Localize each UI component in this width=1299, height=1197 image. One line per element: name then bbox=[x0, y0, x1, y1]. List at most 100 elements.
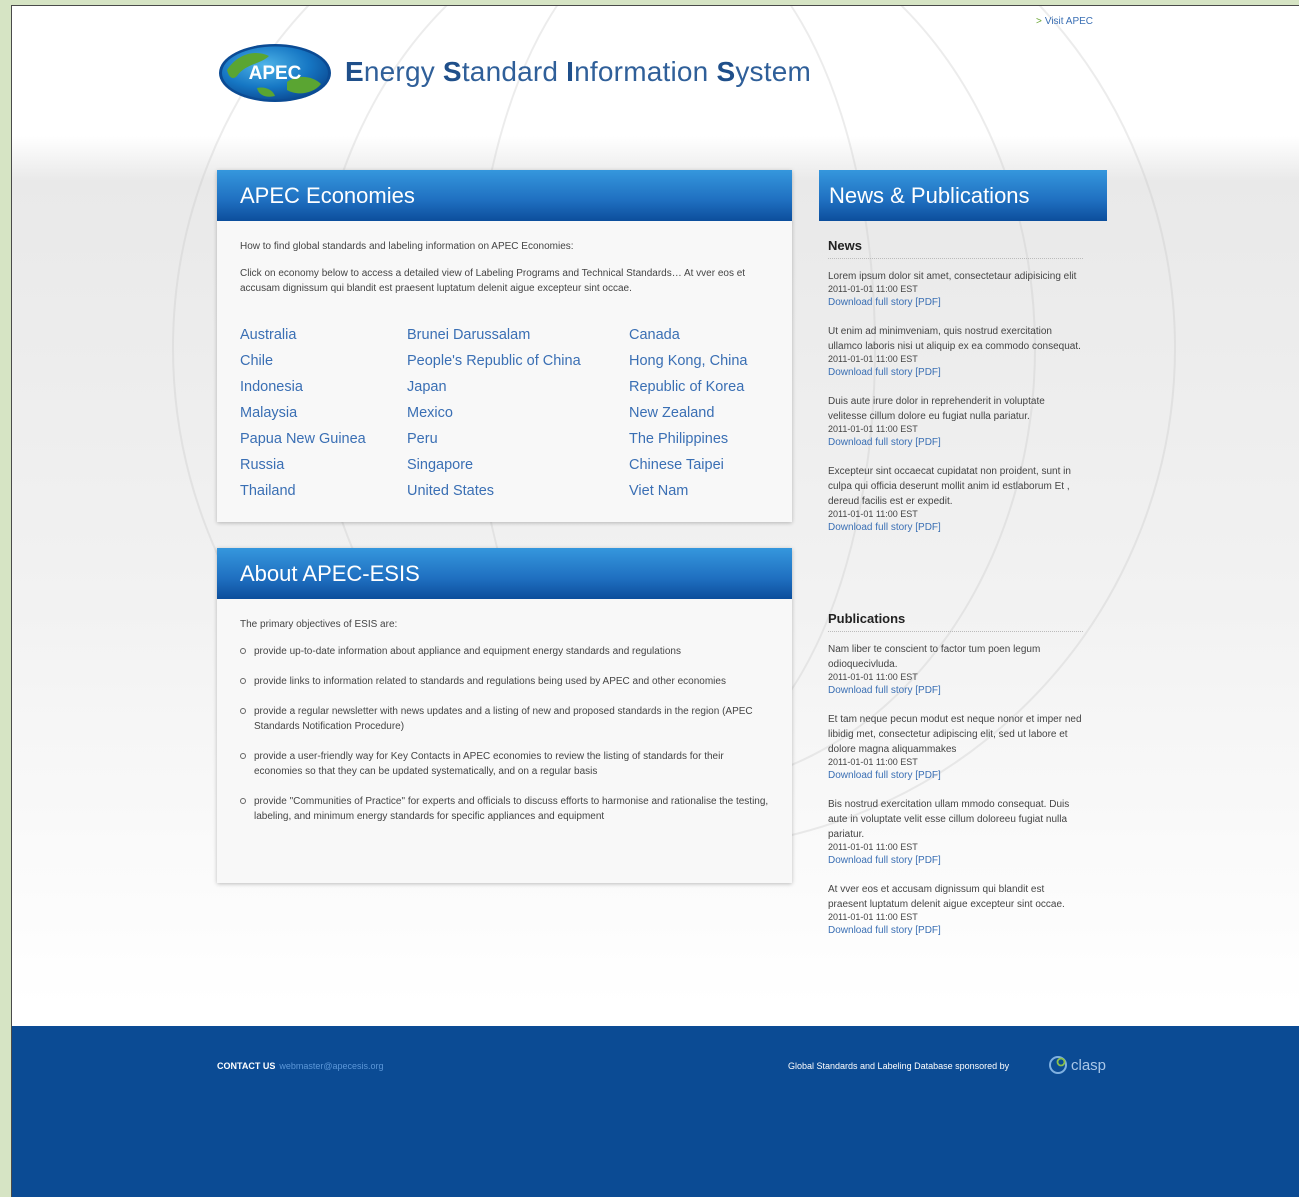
economies-instructions: Click on economy below to access a detai… bbox=[240, 268, 746, 294]
publication-item: At vver eos et accusam dignissum qui bla… bbox=[828, 882, 1083, 938]
site-header: > Visit APEC APEC Energy Standard Informa… bbox=[12, 6, 1299, 136]
page-frame: > Visit APEC APEC Energy Standard Informa… bbox=[11, 5, 1299, 1197]
publication-item: Et tam neque pecun modut est neque nonor… bbox=[828, 712, 1083, 783]
publication-text: At vver eos et accusam dignissum qui bla… bbox=[828, 884, 1065, 910]
download-link[interactable]: Download full story [PDF] bbox=[828, 683, 1083, 698]
economies-panel: APEC Economies How to find global standa… bbox=[217, 170, 792, 522]
publication-item: Bis nostrud exercitation ullam mmodo con… bbox=[828, 797, 1083, 868]
title-rest-ystem: ystem bbox=[735, 56, 812, 87]
title-cap-e: E bbox=[345, 56, 364, 87]
title-cap-i: I bbox=[566, 56, 575, 87]
news-panel-title: News & Publications bbox=[819, 170, 1107, 221]
download-link[interactable]: Download full story [PDF] bbox=[828, 365, 1083, 380]
download-link[interactable]: Download full story [PDF] bbox=[828, 853, 1083, 868]
title-cap-s: S bbox=[442, 56, 462, 87]
economy-link[interactable]: Peru bbox=[407, 431, 438, 447]
download-link[interactable]: Download full story [PDF] bbox=[828, 295, 1083, 310]
economy-link[interactable]: Russia bbox=[240, 457, 284, 473]
economies-panel-title: APEC Economies bbox=[217, 170, 792, 221]
bullet-icon bbox=[240, 753, 246, 759]
publications-heading: Publications bbox=[828, 611, 1083, 632]
title-rest-nformation: nformation bbox=[574, 56, 717, 87]
download-link[interactable]: Download full story [PDF] bbox=[828, 923, 1083, 938]
publication-date: 2011-01-01 11:00 EST bbox=[828, 912, 918, 922]
economy-link[interactable]: Hong Kong, China bbox=[629, 353, 748, 369]
visit-apec-link[interactable]: > Visit APEC bbox=[1036, 16, 1093, 27]
publication-text: Nam liber te conscient to factor tum poe… bbox=[828, 644, 1041, 670]
bullet-icon bbox=[240, 798, 246, 804]
economy-link[interactable]: Republic of Korea bbox=[629, 379, 744, 395]
economy-link[interactable]: The Philippines bbox=[629, 431, 728, 447]
economy-link[interactable]: United States bbox=[407, 483, 494, 499]
title-cap-s2: S bbox=[716, 56, 736, 87]
objective-item: provide a user-friendly way for Key Cont… bbox=[240, 749, 772, 779]
objective-text: provide a user-friendly way for Key Cont… bbox=[254, 751, 724, 777]
bullet-icon bbox=[240, 648, 246, 654]
download-link[interactable]: Download full story [PDF] bbox=[828, 768, 1083, 783]
news-date: 2011-01-01 11:00 EST bbox=[828, 424, 918, 434]
contact-email-link[interactable]: webmaster@apecesis.org bbox=[279, 1061, 383, 1071]
objective-item: provide a regular newsletter with news u… bbox=[240, 704, 772, 734]
apec-logo-text: APEC bbox=[249, 63, 302, 84]
news-text: Lorem ipsum dolor sit amet, consectetaur… bbox=[828, 271, 1077, 282]
publications-section: Publications Nam liber te conscient to f… bbox=[828, 611, 1083, 938]
news-item: Duis aute irure dolor in reprehenderit i… bbox=[828, 394, 1083, 450]
news-item: Lorem ipsum dolor sit amet, consectetaur… bbox=[828, 269, 1083, 310]
clasp-swirl-icon bbox=[1049, 1056, 1067, 1074]
title-rest-nergy: nergy bbox=[363, 56, 443, 87]
title-rest-tandard: tandard bbox=[461, 56, 567, 87]
publication-text: Et tam neque pecun modut est neque nonor… bbox=[828, 714, 1082, 755]
about-panel-title: About APEC-ESIS bbox=[217, 548, 792, 599]
contact-label: CONTACT US bbox=[217, 1061, 276, 1071]
economy-link[interactable]: Canada bbox=[629, 327, 680, 343]
news-heading: News bbox=[828, 238, 1083, 259]
economy-link[interactable]: Japan bbox=[407, 379, 447, 395]
economy-link[interactable]: Chile bbox=[240, 353, 273, 369]
news-date: 2011-01-01 11:00 EST bbox=[828, 284, 918, 294]
contact-us: CONTACT US webmaster@apecesis.org bbox=[217, 1061, 384, 1071]
economy-link[interactable]: People's Republic of China bbox=[407, 353, 581, 369]
economy-link[interactable]: Chinese Taipei bbox=[629, 457, 724, 473]
publication-date: 2011-01-01 11:00 EST bbox=[828, 842, 918, 852]
sponsor-text: Global Standards and Labeling Database s… bbox=[788, 1061, 1010, 1071]
news-item: Ut enim ad minimveniam, quis nostrud exe… bbox=[828, 324, 1083, 380]
publication-date: 2011-01-01 11:00 EST bbox=[828, 757, 918, 767]
objective-item: provide "Communities of Practice" for ex… bbox=[240, 794, 772, 824]
download-link[interactable]: Download full story [PDF] bbox=[828, 520, 1083, 535]
publication-date: 2011-01-01 11:00 EST bbox=[828, 672, 918, 682]
visit-apec-label: Visit APEC bbox=[1044, 16, 1094, 27]
objective-text: provide links to information related to … bbox=[254, 676, 726, 687]
about-panel: About APEC-ESIS The primary objectives o… bbox=[217, 548, 792, 883]
news-text: Excepteur sint occaecat cupidatat non pr… bbox=[828, 466, 1071, 507]
economy-link[interactable]: Brunei Darussalam bbox=[407, 327, 530, 343]
news-date: 2011-01-01 11:00 EST bbox=[828, 509, 918, 519]
news-text: Duis aute irure dolor in reprehenderit i… bbox=[828, 396, 1045, 422]
clasp-logo-text: clasp bbox=[1071, 1056, 1107, 1074]
economy-link[interactable]: Malaysia bbox=[240, 405, 297, 421]
objective-text: provide a regular newsletter with news u… bbox=[254, 706, 753, 732]
economy-link[interactable]: New Zealand bbox=[629, 405, 714, 421]
economy-link[interactable]: Mexico bbox=[407, 405, 453, 421]
news-publications-panel: News & Publications bbox=[819, 170, 1107, 222]
download-link[interactable]: Download full story [PDF] bbox=[828, 435, 1083, 450]
objective-item: provide links to information related to … bbox=[240, 674, 772, 689]
economies-intro: How to find global standards and labelin… bbox=[240, 241, 574, 252]
clasp-logo[interactable]: clasp bbox=[1047, 1054, 1106, 1076]
bullet-icon bbox=[240, 678, 246, 684]
site-footer: CONTACT US webmaster@apecesis.org Global … bbox=[12, 1026, 1299, 1197]
objective-text: provide up-to-date information about app… bbox=[254, 646, 681, 657]
economy-link[interactable]: Viet Nam bbox=[629, 483, 688, 499]
publication-item: Nam liber te conscient to factor tum poe… bbox=[828, 642, 1083, 698]
economy-link[interactable]: Thailand bbox=[240, 483, 296, 499]
news-date: 2011-01-01 11:00 EST bbox=[828, 354, 918, 364]
economy-link[interactable]: Indonesia bbox=[240, 379, 303, 395]
economy-link[interactable]: Australia bbox=[240, 327, 296, 343]
economy-link[interactable]: Papua New Guinea bbox=[240, 431, 366, 447]
economy-link[interactable]: Singapore bbox=[407, 457, 473, 473]
news-text: Ut enim ad minimveniam, quis nostrud exe… bbox=[828, 326, 1081, 352]
objective-item: provide up-to-date information about app… bbox=[240, 644, 772, 659]
objective-text: provide "Communities of Practice" for ex… bbox=[254, 796, 769, 822]
apec-logo[interactable]: APEC bbox=[217, 42, 333, 104]
news-section: News Lorem ipsum dolor sit amet, consect… bbox=[828, 238, 1083, 535]
about-intro: The primary objectives of ESIS are: bbox=[240, 619, 398, 630]
